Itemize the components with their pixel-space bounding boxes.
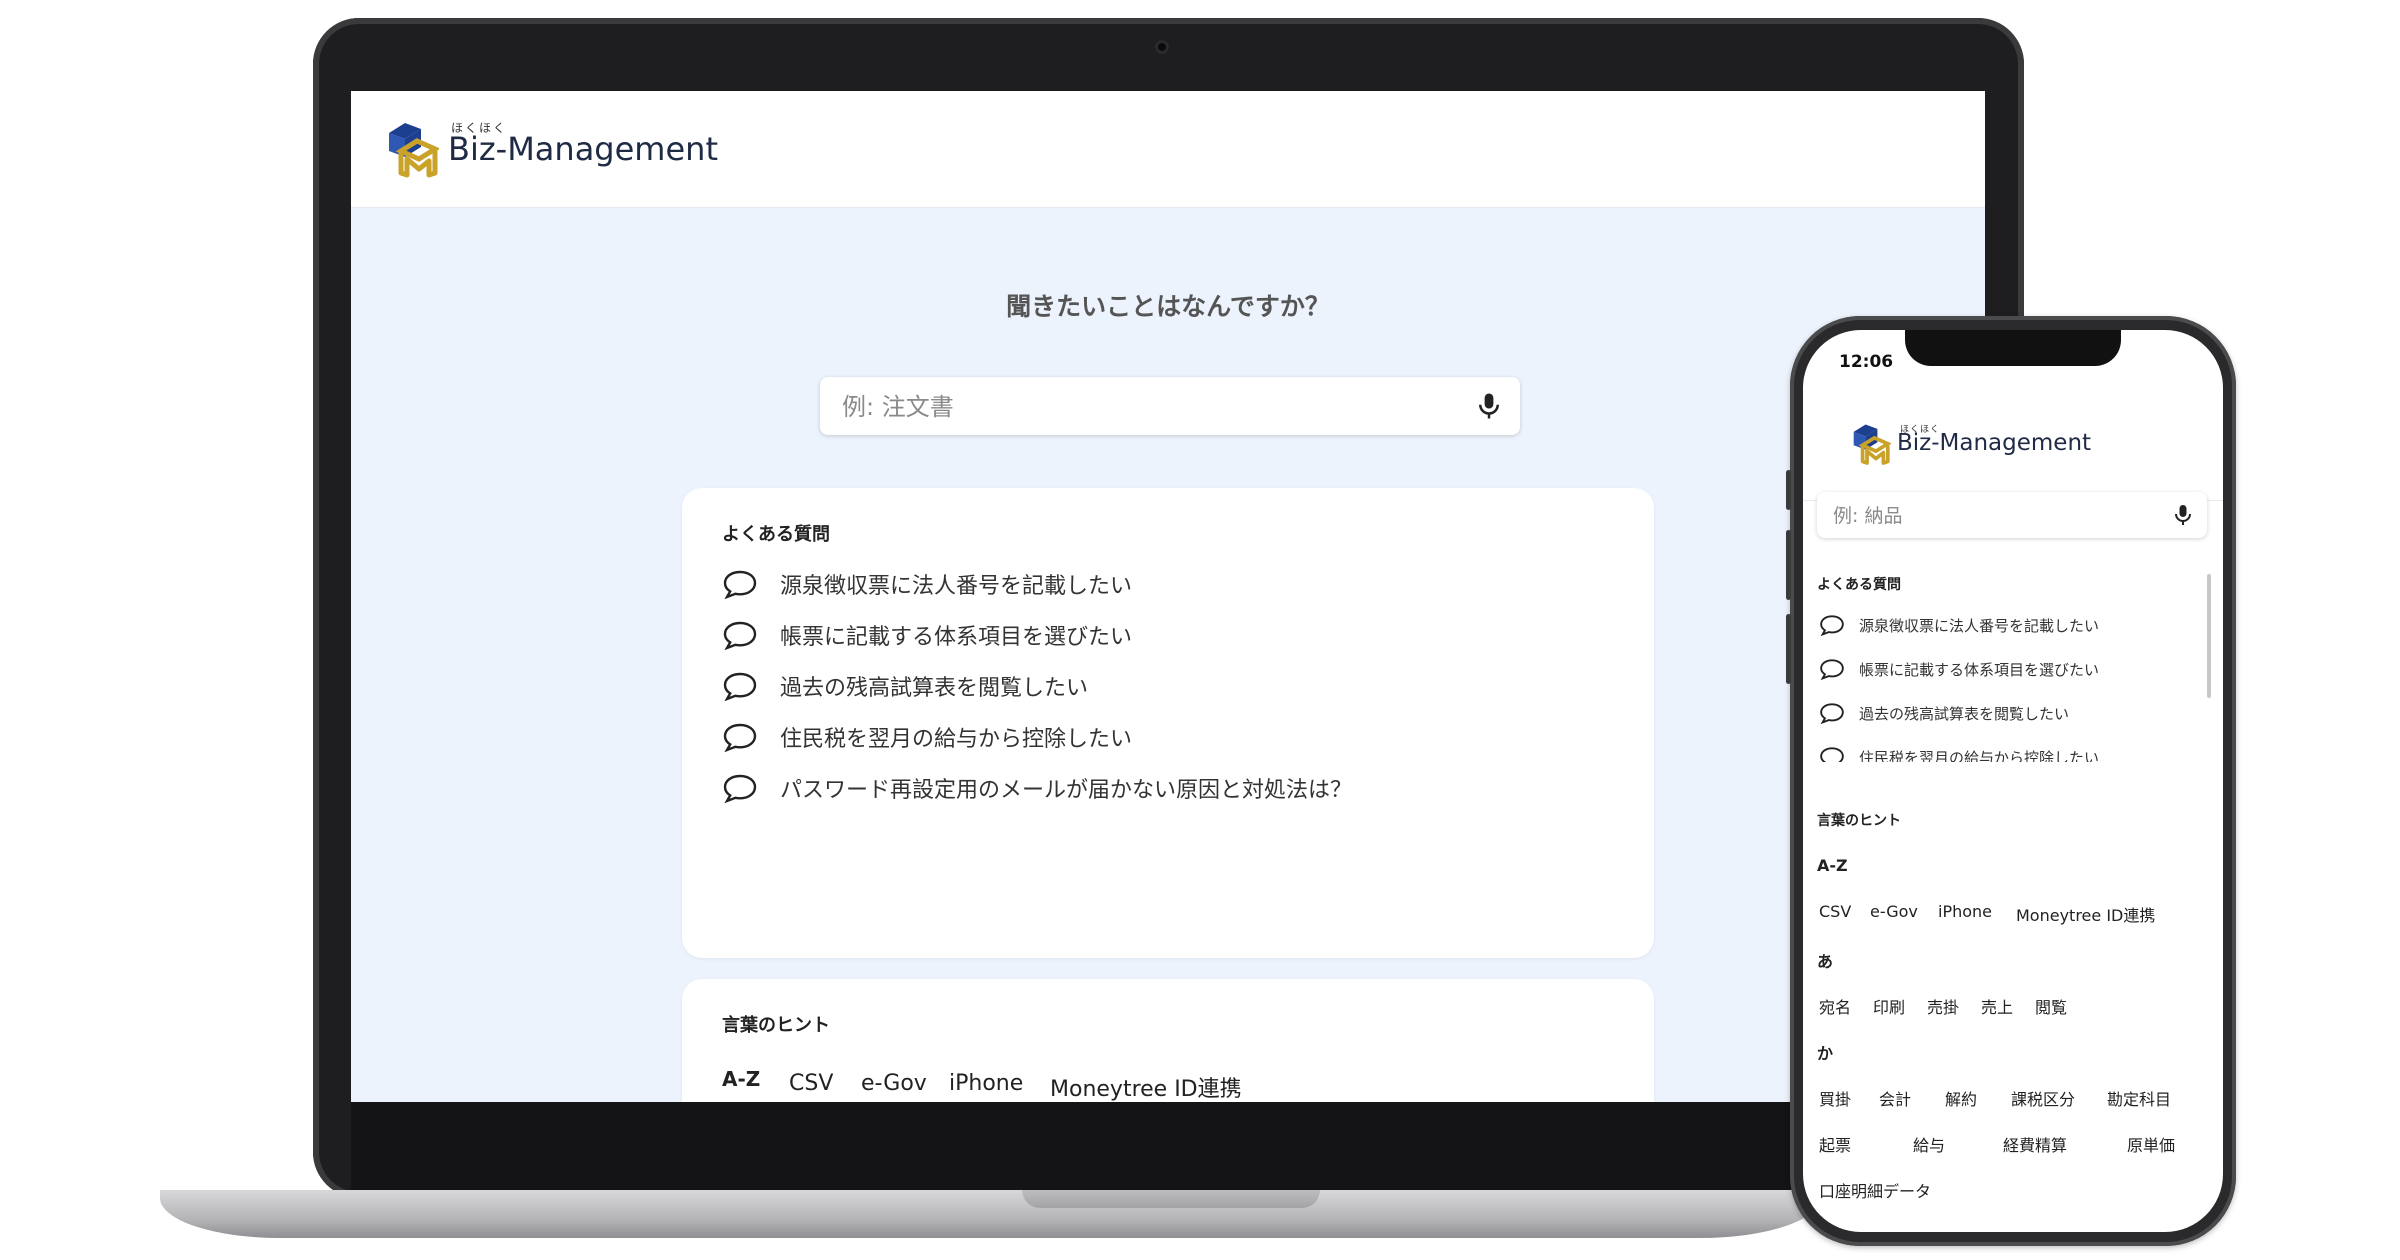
page-question: 聞きたいことはなんですか？ [1006, 292, 1330, 321]
hint-word[interactable]: 解約 [1945, 1086, 1977, 1110]
hint-word[interactable]: 原単価 [2127, 1132, 2175, 1156]
search-input[interactable] [840, 377, 1454, 437]
hint-word[interactable]: 起票 [1819, 1132, 1851, 1156]
faq-item-text: 源泉徴収票に法人番号を記載したい [780, 574, 1133, 599]
hint-group-label: A-Z [1817, 856, 1848, 875]
hint-word[interactable]: 口座明細データ [1819, 1178, 1931, 1202]
search-box [1817, 492, 2207, 540]
hint-word[interactable]: e-Gov [1870, 902, 1918, 921]
microphone-icon[interactable] [1474, 391, 1504, 421]
faq-item-text: 帳票に記載する体系項目を選びたい [780, 625, 1133, 650]
speech-bubble-icon [723, 723, 757, 752]
faq-item-text: 源泉徴収票に法人番号を記載したい [1859, 616, 2100, 635]
faq-item[interactable]: 帳票に記載する体系項目を選びたい [722, 619, 1132, 651]
hint-group-label: か [1817, 1044, 1834, 1063]
faq-item[interactable]: 帳票に記載する体系項目を選びたい [1819, 658, 2099, 680]
hint-word[interactable]: 売掛 [1927, 994, 1959, 1018]
faq-item[interactable]: 過去の残高試算表を閲覧したい [1819, 702, 2069, 724]
mobile-app-screen: 12:06 ほくほく Biz-Management よくある質問 源泉徴収票に法… [1803, 330, 2223, 1232]
faq-item-text: パスワード再設定用のメールが届かない原因と対処法は？ [780, 778, 1353, 803]
logo-icon[interactable] [383, 117, 439, 179]
faq-item-text: 帳票に記載する体系項目を選びたい [1859, 660, 2100, 679]
logo-icon[interactable] [1849, 420, 1891, 466]
faq-item[interactable]: 住民税を翌月の給与から控除したい [1819, 746, 2099, 762]
app-header: ほくほく Biz-Management [351, 91, 1985, 208]
speech-bubble-icon [723, 570, 757, 599]
faq-item-text: 過去の残高試算表を閲覧したい [1859, 704, 2070, 723]
faq-item[interactable]: 源泉徴収票に法人番号を記載したい [1819, 614, 2099, 636]
desktop-app-screen: ほくほく Biz-Management 聞きたいことはなんですか？ よくある質問… [351, 91, 1985, 1102]
laptop-camera [1155, 40, 1169, 54]
faq-card: よくある質問 源泉徴収票に法人番号を記載したい 帳票に記載する体系項目を選びたい… [682, 488, 1654, 958]
microphone-icon[interactable] [2171, 502, 2195, 528]
faq-item[interactable]: 源泉徴収票に法人番号を記載したい [722, 568, 1132, 600]
speech-bubble-icon [1820, 747, 1844, 762]
hint-word[interactable]: Moneytree ID連携 [1050, 1071, 1242, 1102]
faq-list[interactable]: 源泉徴収票に法人番号を記載したい 帳票に記載する体系項目を選びたい 過去の残高試… [1803, 584, 2223, 762]
faq-item-text: 住民税を翌月の給与から控除したい [780, 727, 1133, 752]
hint-word[interactable]: 勘定科目 [2107, 1086, 2171, 1110]
hint-word[interactable]: 閲覧 [2035, 994, 2067, 1018]
search-input[interactable] [1831, 492, 2155, 540]
status-time: 12:06 [1839, 352, 1894, 372]
speech-bubble-icon [1820, 615, 1844, 636]
hint-word[interactable]: 売上 [1981, 994, 2013, 1018]
hint-word[interactable]: 給与 [1913, 1132, 1945, 1156]
hint-word[interactable]: 印刷 [1873, 994, 1905, 1018]
hint-word[interactable]: 買掛 [1819, 1086, 1851, 1110]
hints-title: 言葉のヒント [1817, 813, 1901, 829]
brand-name[interactable]: Biz-Management [1897, 430, 2091, 456]
hint-word[interactable]: CSV [1819, 902, 1851, 921]
hint-word[interactable]: Moneytree ID連携 [2016, 902, 2155, 926]
phone-side-button [1786, 530, 1791, 600]
hint-word[interactable]: e-Gov [861, 1071, 927, 1096]
laptop-base [160, 1190, 1820, 1238]
speech-bubble-icon [723, 774, 757, 803]
hints-title: 言葉のヒント [722, 1015, 830, 1036]
speech-bubble-icon [723, 672, 757, 701]
faq-item[interactable]: パスワード再設定用のメールが届かない原因と対処法は？ [722, 772, 1352, 804]
hints-card: 言葉のヒント A-Z CSV e-Gov iPhone Moneytree ID… [682, 979, 1654, 1102]
phone-side-button [1786, 614, 1791, 684]
hint-word[interactable]: iPhone [1938, 902, 1992, 921]
hint-word[interactable]: 会計 [1879, 1086, 1911, 1110]
faq-scrollbar[interactable] [2207, 574, 2211, 698]
hint-word[interactable]: 宛名 [1819, 994, 1851, 1018]
brand-name[interactable]: Biz-Management [448, 130, 718, 168]
faq-item[interactable]: 過去の残高試算表を閲覧したい [722, 670, 1088, 702]
hint-word[interactable]: iPhone [949, 1071, 1023, 1096]
hint-group-label: あ [1817, 952, 1834, 971]
speech-bubble-icon [723, 621, 757, 650]
laptop-bezel [351, 1102, 1985, 1192]
speech-bubble-icon [1820, 659, 1844, 680]
hint-word[interactable]: 課税区分 [2011, 1086, 2075, 1110]
laptop-hinge-notch [1022, 1190, 1320, 1208]
faq-item-text: 過去の残高試算表を閲覧したい [780, 676, 1089, 701]
faq-item[interactable]: 住民税を翌月の給与から控除したい [722, 721, 1132, 753]
mobile-header: ほくほく Biz-Management [1803, 390, 2223, 501]
phone-side-button [1786, 470, 1791, 510]
hint-group-label: A-Z [722, 1067, 761, 1091]
phone-notch [1905, 330, 2121, 366]
hint-word[interactable]: 経費精算 [2003, 1132, 2067, 1156]
speech-bubble-icon [1820, 703, 1844, 724]
faq-item-text: 住民税を翌月の給与から控除したい [1859, 748, 2100, 763]
faq-title: よくある質問 [722, 524, 830, 545]
hint-word[interactable]: CSV [789, 1071, 833, 1096]
search-box [820, 377, 1520, 437]
